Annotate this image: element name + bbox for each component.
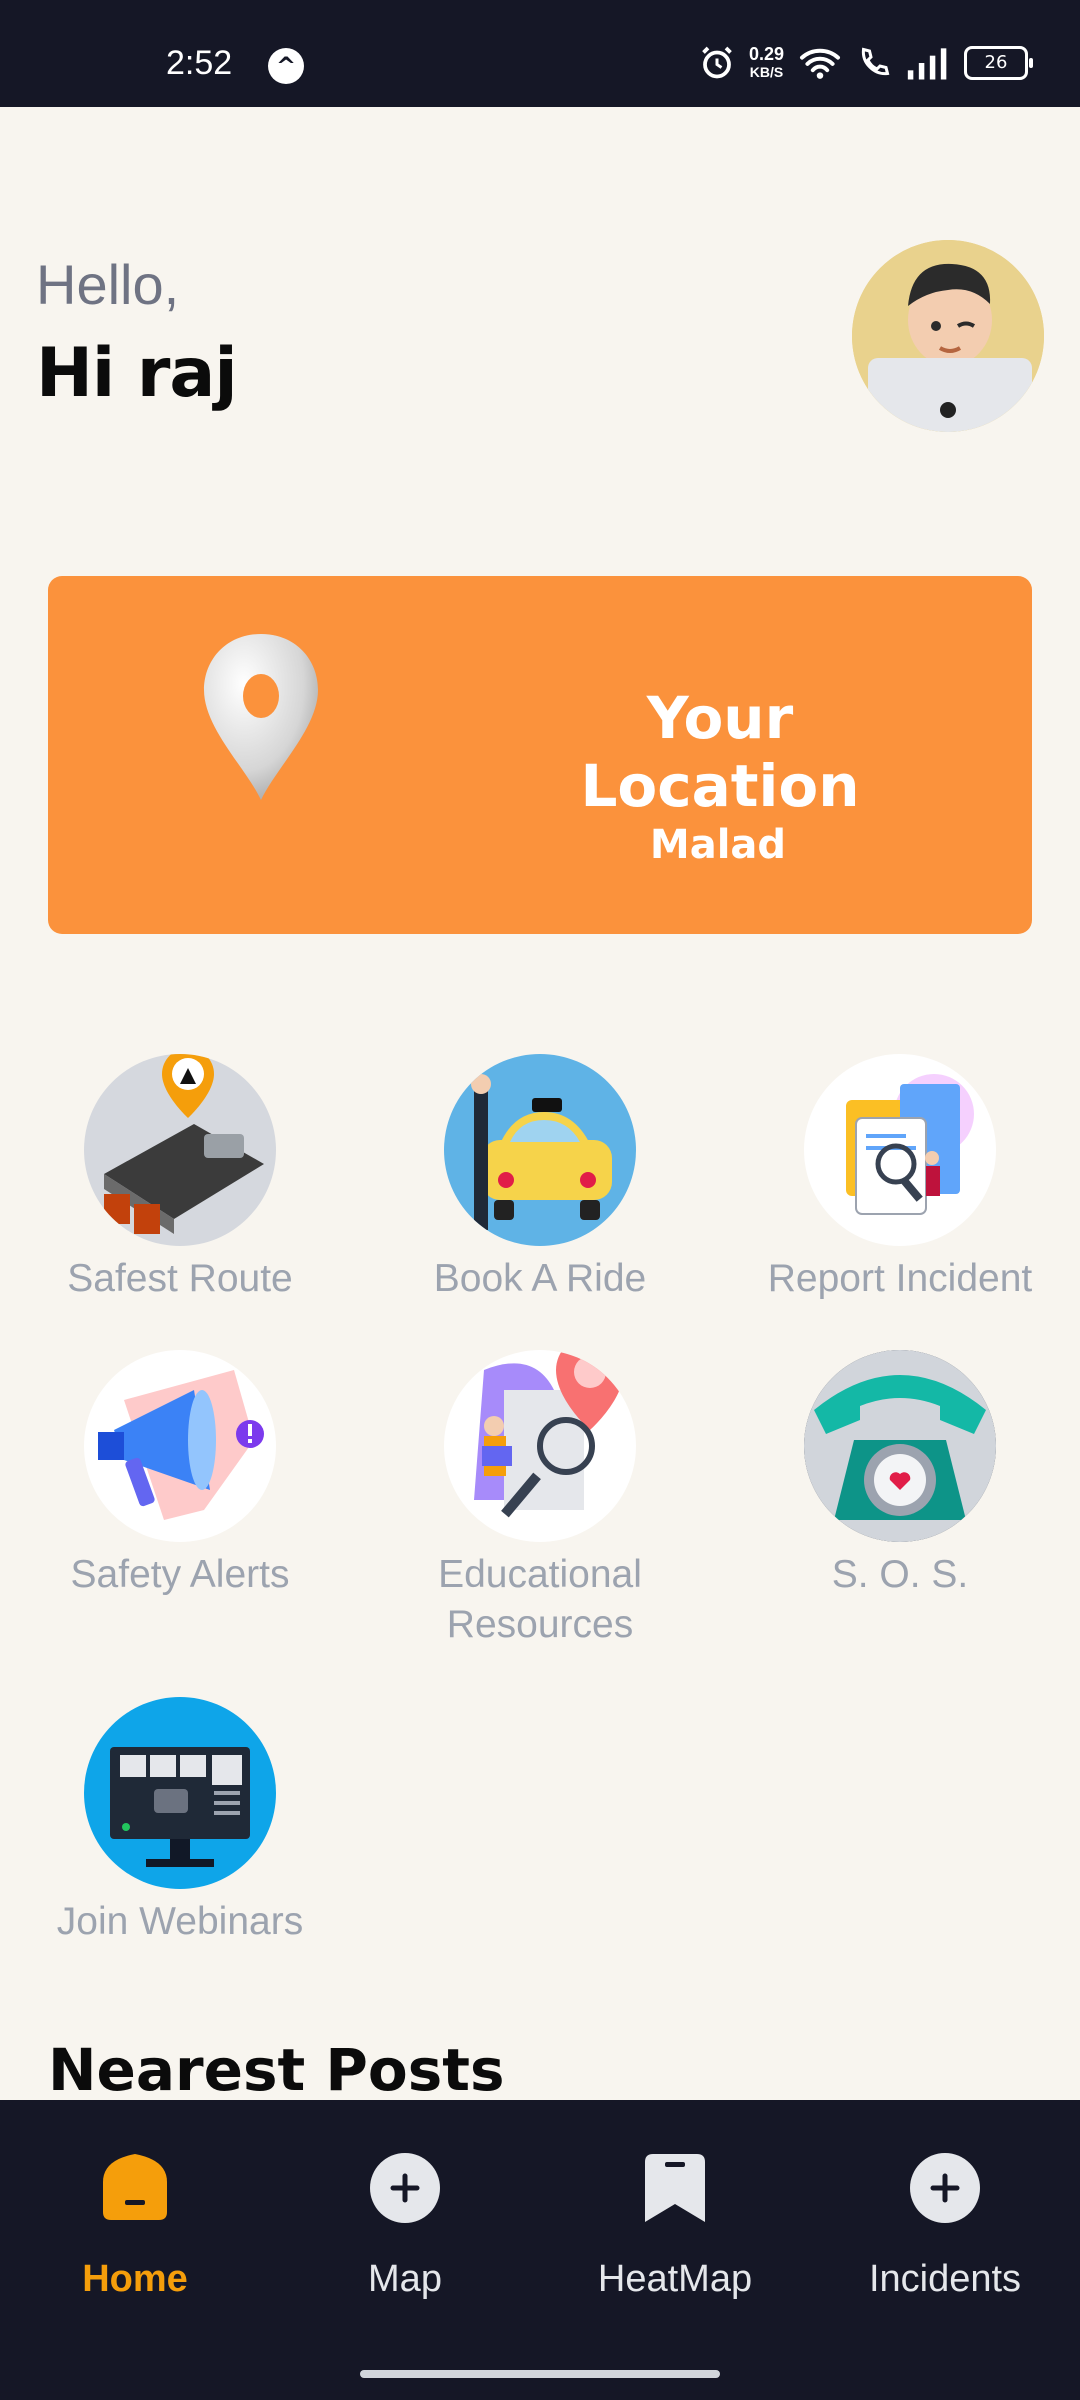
- nav-incidents[interactable]: Incidents: [830, 2152, 1060, 2301]
- status-icons: 0.29 KB/S 26: [699, 40, 1033, 86]
- avatar[interactable]: [852, 240, 1044, 432]
- feature-label: Book A Ride: [433, 1257, 647, 1300]
- bottom-nav: Home Map HeatMap Incidents: [0, 2100, 1080, 2352]
- megaphone-icon: [84, 1350, 276, 1542]
- wifi-icon: [800, 48, 840, 79]
- feature-label: Safest Route: [67, 1257, 293, 1300]
- status-bar: 2:52 ^ 0.29 KB/S 26: [0, 0, 1080, 107]
- feature-label: Educational Resources: [438, 1553, 642, 1646]
- feature-label: S. O. S.: [831, 1553, 969, 1596]
- nav-label: HeatMap: [597, 2258, 753, 2300]
- location-value: Malad: [649, 822, 787, 868]
- feature-label: Safety Alerts: [70, 1553, 290, 1596]
- map-pin-icon: [204, 634, 318, 800]
- feature-educational-resources[interactable]: Educational Resources: [360, 1350, 720, 1650]
- feature-safest-route[interactable]: Safest Route: [0, 1054, 360, 1304]
- nav-home[interactable]: Home: [20, 2152, 250, 2301]
- signal-icon: [907, 48, 947, 80]
- plus-circle-icon: [909, 2152, 981, 2224]
- greeting-text: Hello,: [36, 253, 180, 316]
- nav-map[interactable]: Map: [290, 2152, 520, 2301]
- taxi-icon: [444, 1054, 636, 1246]
- report-document-icon: [804, 1054, 996, 1246]
- nav-label: Home: [82, 2258, 188, 2300]
- nav-label: Map: [368, 2258, 442, 2300]
- nav-label: Incidents: [868, 2258, 1022, 2300]
- location-card[interactable]: Your Location Malad: [48, 576, 1032, 934]
- plus-circle-icon: [369, 2152, 441, 2224]
- nearest-posts-heading: Nearest Posts: [48, 2036, 505, 2098]
- feature-report-incident[interactable]: Report Incident: [720, 1054, 1080, 1304]
- feature-sos[interactable]: S. O. S.: [720, 1350, 1080, 1600]
- feature-book-a-ride[interactable]: Book A Ride: [360, 1054, 720, 1304]
- wifi-calling-icon: [861, 47, 890, 76]
- nav-heatmap[interactable]: HeatMap: [560, 2152, 790, 2301]
- feature-label: Join Webinars: [56, 1900, 304, 1943]
- feature-join-webinars[interactable]: Join Webinars: [0, 1697, 360, 1947]
- network-speed-value: 0.29: [748, 44, 784, 64]
- home-icon: [99, 2152, 171, 2224]
- network-speed-unit: KB/S: [749, 64, 784, 80]
- road-construction-icon: [84, 1054, 276, 1246]
- feature-safety-alerts[interactable]: Safety Alerts: [0, 1350, 360, 1600]
- education-pin-icon: [444, 1350, 636, 1542]
- memoji-avatar-icon: [852, 240, 1044, 432]
- location-title: Your Location: [580, 684, 860, 820]
- alarm-icon: [702, 46, 732, 79]
- feature-label: Report Incident: [767, 1257, 1033, 1300]
- app-logo-icon: ^: [268, 48, 304, 84]
- network-speed: 0.29 KB/S: [749, 45, 784, 81]
- status-time: 2:52: [166, 44, 233, 82]
- bookmark-icon: [639, 2152, 711, 2224]
- system-home-bar: [0, 2352, 1080, 2400]
- user-greeting: Hi raj: [36, 334, 238, 413]
- home-gesture-pill[interactable]: [360, 2370, 720, 2378]
- telephone-icon: [804, 1350, 996, 1542]
- webinar-monitor-icon: [84, 1697, 276, 1889]
- battery-icon: 26: [964, 46, 1033, 80]
